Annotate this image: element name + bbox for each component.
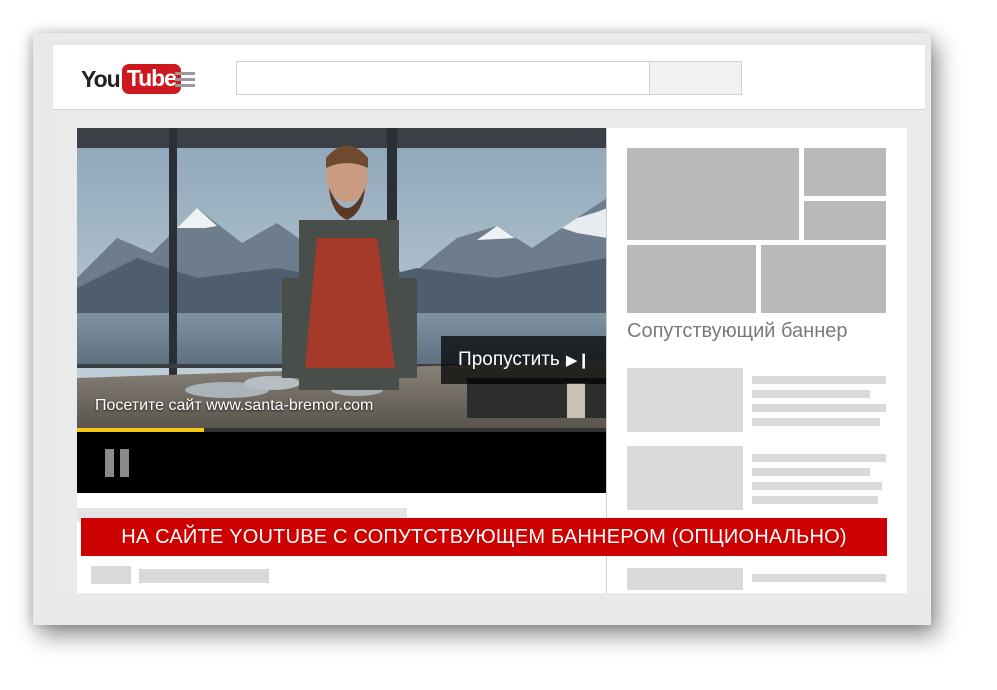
logo-tube-text: Tube — [121, 64, 181, 94]
related-text-line — [752, 496, 878, 504]
related-text-line — [752, 418, 880, 426]
menu-icon[interactable] — [175, 72, 195, 88]
skip-ad-label: Пропустить — [458, 349, 560, 370]
youtube-logo[interactable]: You Tube — [81, 64, 181, 94]
channel-avatar-placeholder — [91, 566, 131, 584]
related-text-line — [752, 574, 886, 582]
related-thumbnail — [627, 446, 743, 510]
player-controls — [77, 432, 607, 493]
related-text-line — [752, 376, 886, 384]
related-text-line — [752, 454, 886, 462]
youtube-page: You Tube Пропустить ▶❙ Посетите сайт www… — [53, 45, 925, 593]
companion-banner-label: Сопутствующий баннер — [627, 320, 848, 342]
related-text-line — [752, 390, 870, 398]
related-thumbnail — [627, 568, 743, 590]
banner-block — [627, 245, 756, 313]
skip-ad-button[interactable]: Пропустить ▶❙ — [441, 336, 607, 384]
banner-block — [804, 148, 886, 196]
banner-block — [804, 201, 886, 240]
related-text-line — [752, 468, 870, 476]
caption-banner: НА САЙТЕ YOUTUBE С СОПУТСТВУЮЩЕМ БАННЕРО… — [81, 518, 887, 556]
related-text-line — [752, 404, 886, 412]
video-player[interactable]: Пропустить ▶❙ Посетите сайт www.santa-br… — [77, 128, 607, 428]
skip-next-icon: ▶❙ — [565, 352, 590, 369]
related-text-line — [752, 482, 882, 490]
search-button[interactable] — [650, 61, 742, 95]
search-input[interactable] — [236, 61, 650, 95]
related-thumbnail — [627, 368, 743, 432]
banner-block — [627, 148, 799, 240]
banner-block — [761, 245, 886, 313]
ad-visit-site-link[interactable]: Посетите сайт www.santa-bremor.com — [95, 397, 373, 415]
pause-icon[interactable] — [105, 449, 133, 477]
logo-you-text: You — [81, 65, 121, 92]
channel-name-placeholder — [139, 569, 269, 583]
top-bar: You Tube — [53, 45, 925, 110]
